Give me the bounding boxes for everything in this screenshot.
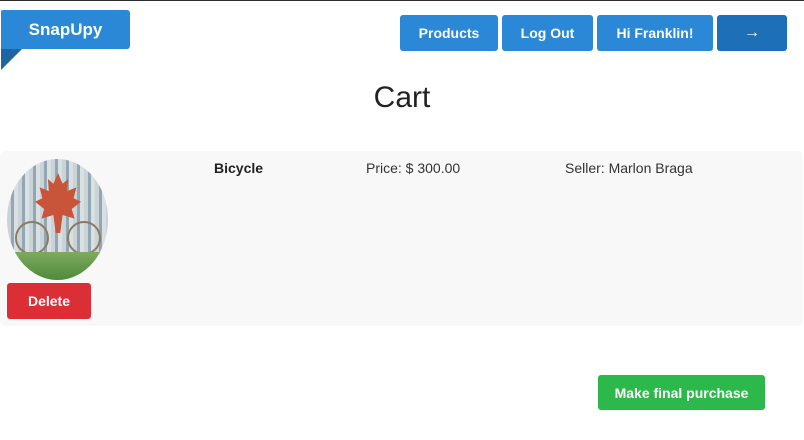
brand-name: SnapUpy xyxy=(28,19,103,39)
user-greeting-button[interactable]: Hi Franklin! xyxy=(597,15,713,51)
delete-button[interactable]: Delete xyxy=(7,283,91,319)
logout-button[interactable]: Log Out xyxy=(502,15,593,51)
brand-ribbon-fold xyxy=(1,49,22,70)
bicycle-wheel xyxy=(15,221,49,255)
top-nav: Products Log Out Hi Franklin! → xyxy=(400,15,787,51)
page-title: Cart xyxy=(373,81,431,114)
products-button[interactable]: Products xyxy=(400,15,498,51)
arrow-right-icon[interactable]: → xyxy=(717,15,787,51)
item-price: Price: $ 300.00 xyxy=(366,160,461,176)
item-seller: Seller: Marlon Braga xyxy=(565,160,693,176)
make-final-purchase-button[interactable]: Make final purchase xyxy=(598,375,765,410)
bicycle-wheel xyxy=(67,221,101,255)
brand-logo[interactable]: SnapUpy xyxy=(1,10,130,49)
product-image xyxy=(7,159,108,280)
item-name: Bicycle xyxy=(214,160,264,176)
cart-item: Delete Bicycle Price: $ 300.00 Seller: M… xyxy=(0,151,803,326)
grass-graphic xyxy=(7,252,108,280)
